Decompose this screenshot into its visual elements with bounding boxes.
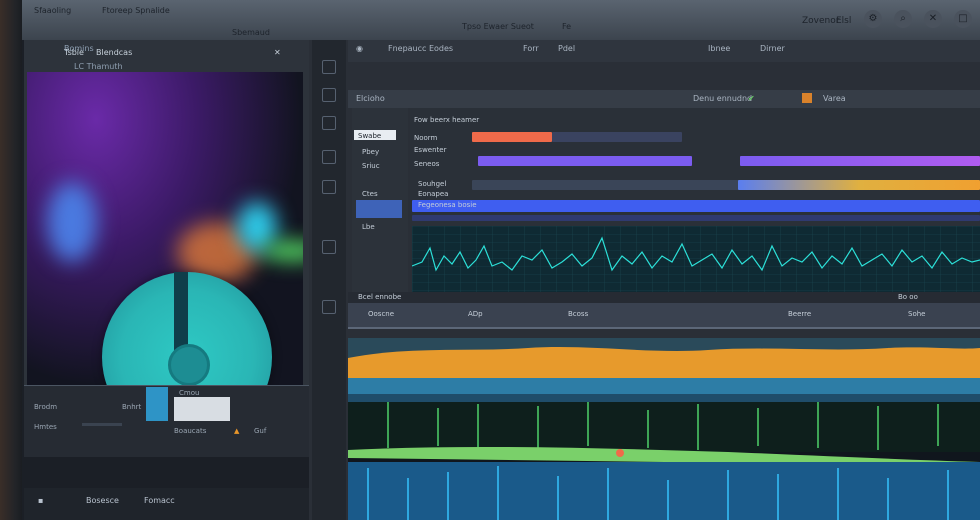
bottom-label: Fomacc xyxy=(144,496,175,505)
clip[interactable] xyxy=(412,215,980,221)
select-tool-icon[interactable] xyxy=(322,60,336,74)
track-name: Ctes xyxy=(362,190,378,198)
clip[interactable] xyxy=(552,132,682,142)
header-title: Forr xyxy=(523,44,539,53)
zoom-tool-icon[interactable] xyxy=(322,116,336,130)
lane-label: Eswenter xyxy=(414,146,447,154)
toolbar-button[interactable]: ADp xyxy=(468,310,483,318)
tracks-header: Elcioho Denu ennudnd ✔ Varea xyxy=(348,90,980,108)
control-label: Guf xyxy=(254,427,267,435)
track-name: Lbe xyxy=(362,223,375,231)
record-icon[interactable]: ◉ xyxy=(356,44,363,53)
clip[interactable] xyxy=(740,156,980,166)
menu-item[interactable]: Fe xyxy=(562,22,571,31)
panel-title: Elcioho xyxy=(356,94,385,103)
video-preview[interactable] xyxy=(27,72,303,387)
ruler: Bcel ennobe Bo oo xyxy=(348,292,980,303)
toolbar-button[interactable]: Ooscne xyxy=(368,310,394,318)
header-tool[interactable]: Ibnee xyxy=(708,44,730,53)
clip[interactable] xyxy=(472,180,740,190)
close-icon[interactable]: ✕ xyxy=(274,48,281,57)
breadcrumb[interactable]: LC Thamuth xyxy=(74,62,123,71)
disc-hub-icon xyxy=(168,344,210,386)
editor-header: ◉ Fnepaucc Eodes Forr Pdel Ibnee Dirner xyxy=(348,40,980,62)
control-label: Hmtes xyxy=(34,423,57,431)
window-title: Tpso Ewaer Sueot xyxy=(462,22,534,31)
clip-label: Fegeonesa bosie xyxy=(418,201,477,209)
light-blob xyxy=(262,242,303,260)
toolbar-button[interactable]: Beerre xyxy=(788,310,811,318)
track-highlight[interactable] xyxy=(356,200,402,218)
disc-graphic xyxy=(102,272,272,387)
lane-label: Eonapea xyxy=(418,190,449,198)
color-swatch[interactable] xyxy=(802,93,812,103)
waveform-graphic xyxy=(412,226,980,292)
warning-icon: ▲ xyxy=(234,427,240,435)
lane-label: Noorm xyxy=(414,134,438,142)
monitor-bezel xyxy=(0,0,22,520)
menu-item[interactable]: Sfaaoling xyxy=(34,6,71,15)
track-name: Swabe xyxy=(358,132,382,140)
ruler-label: Bcel ennobe xyxy=(358,293,402,301)
pen-tool-icon[interactable] xyxy=(322,240,336,254)
toolbar-button[interactable]: Sohe xyxy=(908,310,925,318)
lane-label: Seneos xyxy=(414,160,440,168)
audio-waveform[interactable] xyxy=(412,226,980,292)
user-label: Elsl xyxy=(836,16,852,26)
transport-toolbar: Ooscne ADp Bcoss Beerre Sohe xyxy=(348,303,980,329)
app-top-bar: Sfaaoling Ftoreep Spnalide Sbemaud Tpso … xyxy=(22,0,980,40)
track-name: Sriuc xyxy=(362,162,380,170)
header-tool[interactable]: Varea xyxy=(823,94,846,103)
clip[interactable] xyxy=(478,156,692,166)
clip[interactable] xyxy=(738,180,980,190)
volume-slider[interactable] xyxy=(82,423,122,426)
maximize-icon[interactable]: □ xyxy=(954,10,972,28)
status-label: Bo oo xyxy=(898,293,918,301)
text-tool-icon[interactable] xyxy=(322,300,336,314)
settings-icon[interactable]: ⚙ xyxy=(864,10,882,28)
header-tool[interactable]: Dirner xyxy=(760,44,785,53)
toolbar-divider xyxy=(348,327,980,329)
close-icon[interactable]: ✕ xyxy=(924,10,942,28)
tool-column xyxy=(312,40,346,520)
marker-tool-icon[interactable] xyxy=(322,180,336,194)
search-icon[interactable]: ⌕ xyxy=(894,10,912,28)
control-label: Boaucats xyxy=(174,427,207,435)
multitrack-graphic xyxy=(348,338,980,520)
control-label: Bnhrt xyxy=(122,403,142,411)
clip[interactable] xyxy=(472,132,552,142)
control-label: Brodm xyxy=(34,403,58,411)
header-label: Fnepaucc Eodes xyxy=(388,44,454,53)
control-label: Cmou xyxy=(179,389,200,397)
header-title: Pdel xyxy=(558,44,576,53)
track-list: Swabe Pbey Sriuc Ctes Lbe xyxy=(352,108,408,294)
user-label: Zovenor xyxy=(802,16,840,26)
lane-label: Souhgel xyxy=(418,180,447,188)
menu-item[interactable]: Ftoreep Spnalide xyxy=(102,6,170,15)
toolbar-button[interactable]: Bcoss xyxy=(568,310,588,318)
multitrack-waveform[interactable] xyxy=(348,338,980,520)
preview-controls: Brodm Bnhrt Cmou Hmtes Boaucats ▲ Guf xyxy=(24,385,309,457)
track-name: Pbey xyxy=(362,148,380,156)
play-button[interactable] xyxy=(146,387,168,421)
timeline-title: Fow beerx heamer xyxy=(414,116,480,124)
menu-item[interactable]: Sbemaud xyxy=(232,28,270,37)
tab-blend[interactable]: Blendcas xyxy=(96,48,132,57)
light-blob xyxy=(47,182,97,262)
bottom-strip: ▪ Bosesce Fomacc xyxy=(24,488,309,520)
clip-selected[interactable]: Fegeonesa bosie xyxy=(412,200,980,212)
hand-tool-icon[interactable] xyxy=(322,150,336,164)
check-icon: ✔ xyxy=(748,94,755,103)
timeline-lanes: Fow beerx heamer Noorm Eswenter Seneos S… xyxy=(410,108,980,226)
bottom-label: Bosesce xyxy=(86,496,119,505)
tab-browse[interactable]: Tsbie xyxy=(64,48,84,57)
header-tool[interactable]: Denu ennudnd xyxy=(693,94,752,103)
cut-tool-icon[interactable] xyxy=(322,88,336,102)
square-icon[interactable]: ▪ xyxy=(38,496,43,505)
